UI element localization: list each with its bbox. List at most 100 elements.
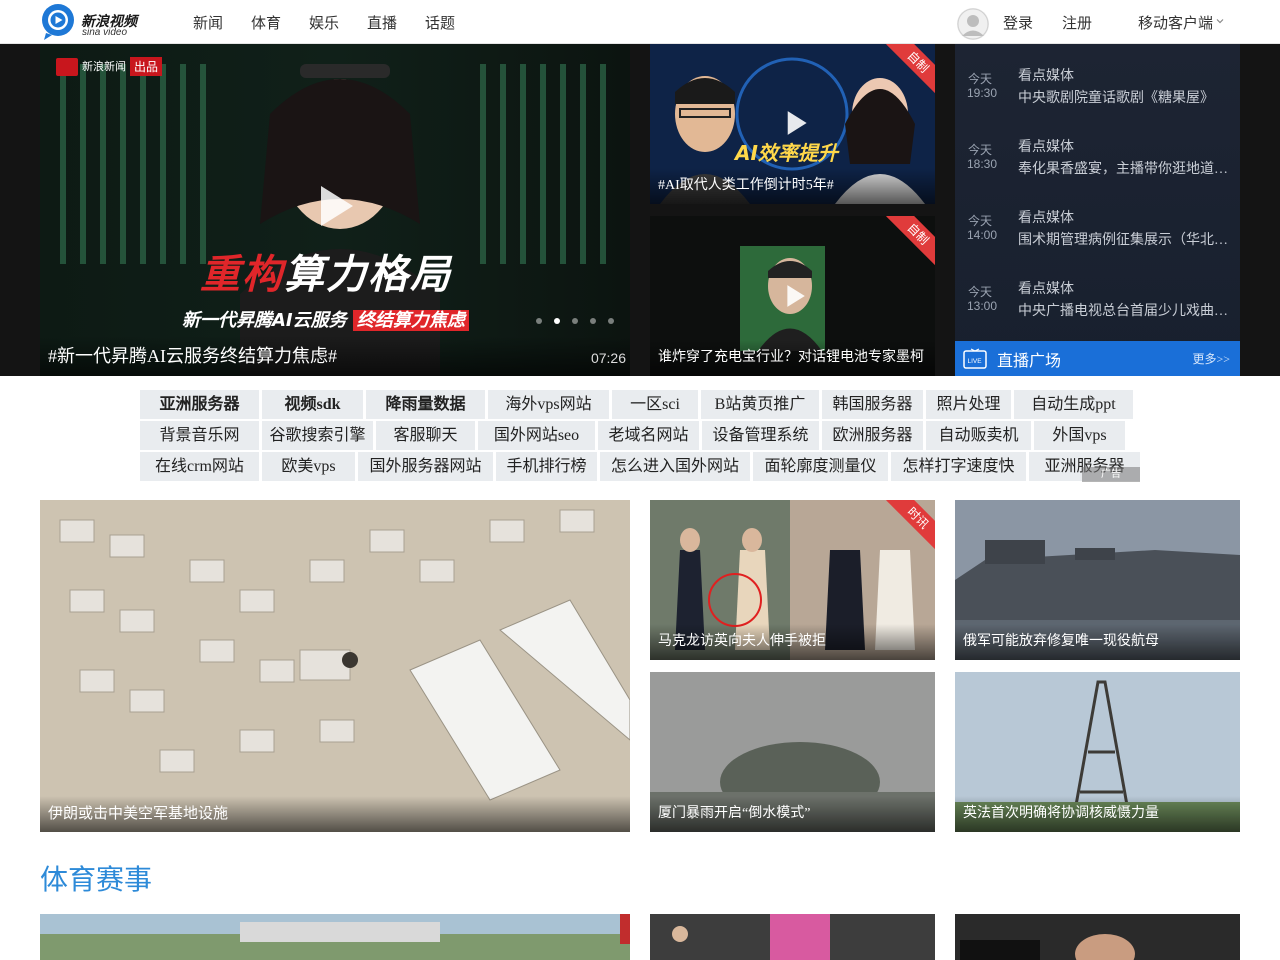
live-title[interactable]: 中央广播电视总台首届少儿戏曲… bbox=[1018, 300, 1230, 320]
keyword-link[interactable]: 背景音乐网 bbox=[140, 421, 259, 450]
produced-badge: 出品 bbox=[130, 57, 163, 76]
live-time: 18:30 bbox=[967, 157, 998, 171]
carousel-dot[interactable] bbox=[572, 318, 578, 324]
carousel-dot[interactable] bbox=[590, 318, 596, 324]
hero-title[interactable]: #新一代昇腾AI云服务终结算力焦虑# bbox=[40, 336, 630, 376]
hero-video[interactable]: 新浪新闻 出品 重构算力格局 新一代昇腾AI云服务 终结算力焦虑 #新一代昇腾A… bbox=[40, 44, 630, 376]
live-schedule-item[interactable]: 今天 19:30 看点媒体 中央歌剧院童话歌剧《糖果屋》 bbox=[955, 44, 1240, 115]
side-video-ai[interactable]: AI效率提升 自制 #AI取代人类工作倒计时5年# bbox=[650, 44, 935, 204]
keyword-link[interactable]: 谷歌搜索引擎 bbox=[262, 421, 373, 450]
keyword-link[interactable]: 欧洲服务器 bbox=[822, 421, 923, 450]
keyword-link[interactable]: 欧美vps bbox=[262, 452, 355, 481]
live-schedule-panel: 今天 19:30 看点媒体 中央歌剧院童话歌剧《糖果屋》 今天 18:30 看点… bbox=[955, 44, 1240, 376]
keyword-row: 在线crm网站 欧美vps 国外服务器网站 手机排行榜 怎么进入国外网站 面轮廓… bbox=[140, 452, 1140, 481]
keyword-link[interactable]: 自动生成ppt bbox=[1014, 390, 1133, 419]
sports-thumbnail bbox=[955, 914, 1240, 960]
nav-news[interactable]: 新闻 bbox=[193, 12, 251, 33]
keyword-link[interactable]: 外国vps bbox=[1034, 421, 1125, 450]
keyword-link[interactable]: 照片处理 bbox=[926, 390, 1011, 419]
live-plaza-bar[interactable]: LIVE 直播广场 更多>> bbox=[955, 341, 1240, 376]
keyword-link[interactable]: 国外网站seo bbox=[478, 421, 595, 450]
live-source: 看点媒体 bbox=[1018, 282, 1074, 297]
keyword-link[interactable]: 降雨量数据 bbox=[366, 390, 485, 419]
sports-thumbnail bbox=[40, 914, 630, 960]
keyword-link[interactable]: 怎么进入国外网站 bbox=[600, 452, 750, 481]
ad-badge[interactable]: 广告 bbox=[1082, 467, 1140, 482]
news-tile[interactable]: 英法首次明确将协调核威慑力量 bbox=[955, 672, 1240, 832]
carousel-dots bbox=[536, 318, 614, 324]
live-title[interactable]: 围术期管理病例征集展示（华北… bbox=[1018, 229, 1230, 249]
news-title[interactable]: 英法首次明确将协调核威慑力量 bbox=[955, 796, 1240, 832]
keyword-link[interactable]: 一区sci bbox=[612, 390, 698, 419]
play-icon[interactable] bbox=[783, 284, 807, 308]
sports-tile[interactable] bbox=[40, 914, 630, 960]
news-thumbnail bbox=[40, 500, 630, 832]
live-plaza-title: 直播广场 bbox=[997, 353, 1062, 370]
news-title[interactable]: 马克龙访英向夫人伸手被拒 bbox=[650, 624, 935, 660]
sports-tile[interactable] bbox=[955, 914, 1240, 960]
nav-topics[interactable]: 话题 bbox=[425, 12, 483, 33]
live-source: 看点媒体 bbox=[1018, 211, 1074, 226]
news-tile-large[interactable]: 伊朗或击中美空军基地设施 bbox=[40, 500, 630, 832]
keyword-ad-block: 亚洲服务器 视频sdk 降雨量数据 海外vps网站 一区sci B站黄页推广 韩… bbox=[140, 390, 1140, 482]
section-title-sports[interactable]: 体育赛事 bbox=[40, 858, 152, 898]
side-video-battery[interactable]: 自制 谁炸穿了充电宝行业？对话锂电池专家墨柯 bbox=[650, 216, 935, 376]
keyword-link[interactable]: 老域名网站 bbox=[598, 421, 699, 450]
keyword-link[interactable]: 视频sdk bbox=[262, 390, 363, 419]
keyword-link[interactable]: 怎样打字速度快 bbox=[891, 452, 1026, 481]
live-time: 14:00 bbox=[967, 228, 998, 242]
live-source: 看点媒体 bbox=[1018, 69, 1074, 84]
chevron-down-icon[interactable] bbox=[1216, 17, 1224, 25]
keyword-link[interactable]: B站黄页推广 bbox=[701, 390, 819, 419]
news-title[interactable]: 俄军可能放弃修复唯一现役航母 bbox=[955, 624, 1240, 660]
user-avatar-icon[interactable] bbox=[957, 8, 989, 40]
keyword-link[interactable]: 面轮廓度测量仪 bbox=[753, 452, 888, 481]
keyword-link[interactable]: 亚洲服务器 bbox=[140, 390, 259, 419]
carousel-dot[interactable] bbox=[536, 318, 542, 324]
nav-entertainment[interactable]: 娱乐 bbox=[309, 12, 367, 33]
keyword-row: 背景音乐网 谷歌搜索引擎 客服聊天 国外网站seo 老域名网站 设备管理系统 欧… bbox=[140, 421, 1125, 450]
play-icon[interactable] bbox=[313, 184, 357, 228]
nav-live[interactable]: 直播 bbox=[367, 12, 425, 33]
keyword-link[interactable]: 自动贩卖机 bbox=[926, 421, 1031, 450]
live-title[interactable]: 奉化果香盛宴，主播带你逛地道“… bbox=[1018, 158, 1230, 178]
live-schedule-item[interactable]: 今天 13:00 看点媒体 中央广播电视总台首届少儿戏曲… bbox=[955, 257, 1240, 328]
producer-mark: 新浪新闻 bbox=[82, 60, 126, 73]
live-more-link[interactable]: 更多>> bbox=[1192, 350, 1230, 367]
news-title[interactable]: 厦门暴雨开启“倒水模式” bbox=[650, 796, 935, 832]
news-tile[interactable]: 厦门暴雨开启“倒水模式” bbox=[650, 672, 935, 832]
live-day: 今天 bbox=[968, 143, 993, 157]
hero-overlay-headline: 重构算力格局 bbox=[200, 252, 452, 298]
live-title[interactable]: 中央歌剧院童话歌剧《糖果屋》 bbox=[1018, 87, 1230, 107]
news-title[interactable]: 伊朗或击中美空军基地设施 bbox=[40, 796, 630, 832]
play-icon[interactable] bbox=[783, 110, 809, 136]
sina-video-logo[interactable]: 新浪视频 sina video bbox=[40, 3, 150, 41]
svg-text:AI效率提升: AI效率提升 bbox=[733, 141, 840, 165]
hero-overlay-subtitle: 新一代昇腾AI云服务 终结算力焦虑 bbox=[182, 306, 469, 332]
default-avatar-icon bbox=[957, 8, 989, 40]
register-link[interactable]: 注册 bbox=[1062, 12, 1092, 33]
sina-video-logo-icon bbox=[42, 4, 74, 40]
live-day: 今天 bbox=[968, 214, 993, 228]
hero-duration: 07:26 bbox=[590, 350, 626, 366]
side-video-title[interactable]: 谁炸穿了充电宝行业？对话锂电池专家墨柯 bbox=[650, 340, 935, 376]
keyword-link[interactable]: 设备管理系统 bbox=[702, 421, 819, 450]
live-schedule-item[interactable]: 今天 14:00 看点媒体 围术期管理病例征集展示（华北… bbox=[955, 186, 1240, 257]
sports-tile[interactable] bbox=[650, 914, 935, 960]
news-tile[interactable]: 俄军可能放弃修复唯一现役航母 bbox=[955, 500, 1240, 660]
keyword-link[interactable]: 客服聊天 bbox=[376, 421, 475, 450]
login-link[interactable]: 登录 bbox=[1003, 12, 1033, 33]
keyword-link[interactable]: 在线crm网站 bbox=[140, 452, 259, 481]
live-schedule-item[interactable]: 今天 18:30 看点媒体 奉化果香盛宴，主播带你逛地道“… bbox=[955, 115, 1240, 186]
keyword-link[interactable]: 海外vps网站 bbox=[488, 390, 609, 419]
mobile-client-link[interactable]: 移动客户端 bbox=[1138, 12, 1213, 33]
side-video-title[interactable]: #AI取代人类工作倒计时5年# bbox=[650, 168, 935, 204]
carousel-dot-active[interactable] bbox=[554, 318, 560, 324]
news-tile[interactable]: 时讯 马克龙访英向夫人伸手被拒 bbox=[650, 500, 935, 660]
live-day: 今天 bbox=[968, 72, 993, 86]
carousel-dot[interactable] bbox=[608, 318, 614, 324]
keyword-link[interactable]: 手机排行榜 bbox=[496, 452, 597, 481]
keyword-link[interactable]: 韩国服务器 bbox=[822, 390, 923, 419]
keyword-link[interactable]: 国外服务器网站 bbox=[358, 452, 493, 481]
nav-sports[interactable]: 体育 bbox=[251, 12, 309, 33]
